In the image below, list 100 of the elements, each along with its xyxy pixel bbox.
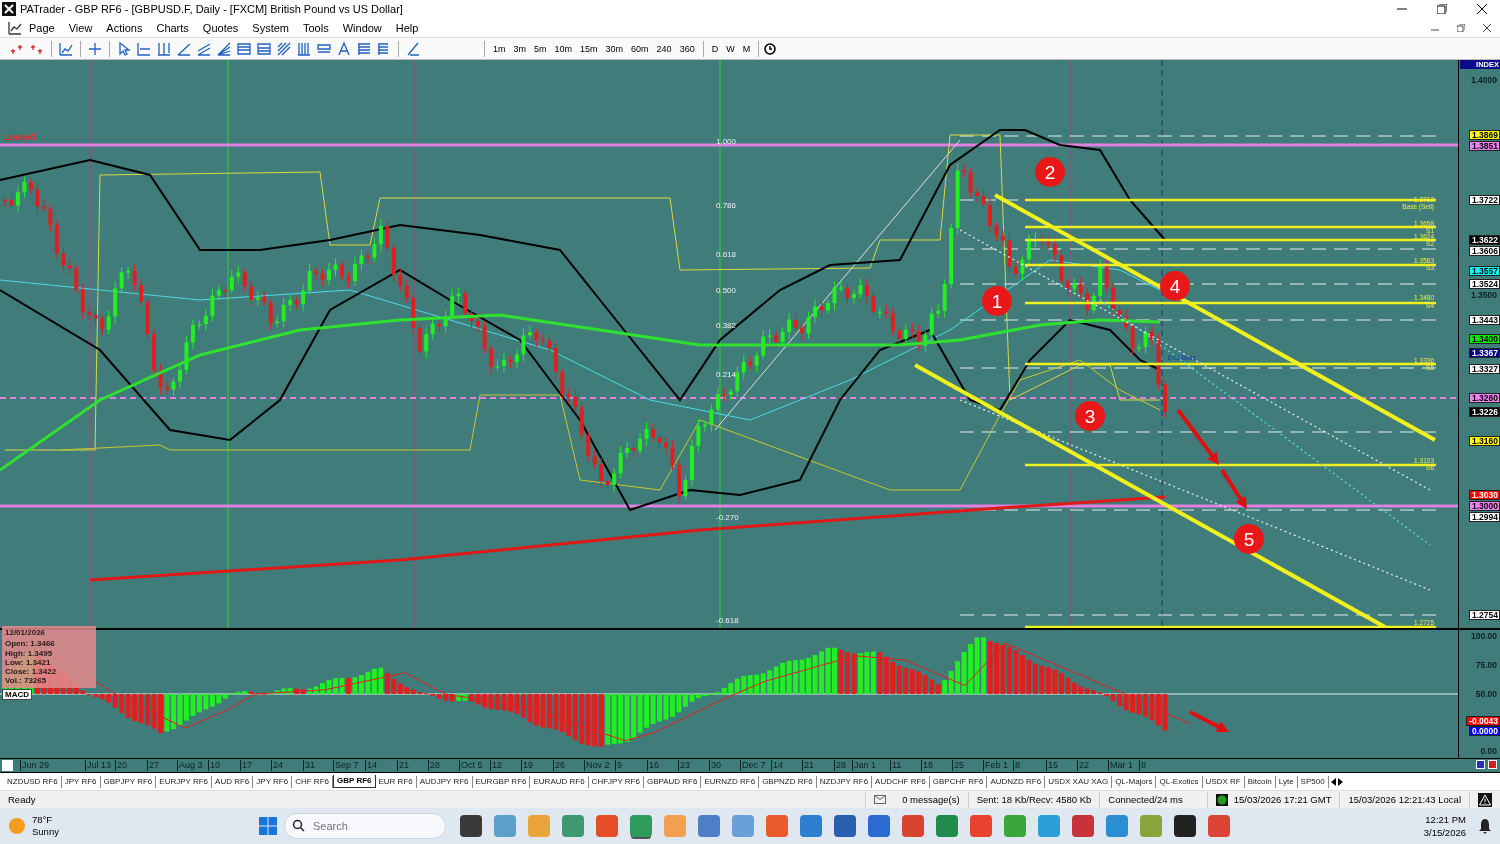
timeframe-button[interactable]: 30m (602, 43, 627, 54)
date-label: 21 (397, 760, 409, 771)
symbol-tab[interactable]: QL-Majors (1112, 775, 1157, 788)
date-label: 14 (365, 760, 377, 771)
symbol-tab[interactable]: EURNZD RF6 (701, 775, 760, 788)
maximize-icon[interactable] (1437, 4, 1447, 14)
symbol-tab[interactable]: EURAUD RF6 (530, 775, 589, 788)
symbol-tab[interactable]: GBPJPY RF6 (100, 775, 157, 788)
symbol-tab[interactable]: GBPCHF RF6 (929, 775, 988, 788)
timeframe-button[interactable]: 240 (653, 43, 675, 54)
symbol-tab[interactable]: AUDNZD RF6 (987, 775, 1046, 788)
timeframe-button[interactable]: D (708, 43, 722, 54)
price-tag: 1.3367 (1469, 348, 1500, 358)
search-field[interactable]: Search (284, 813, 446, 839)
menu-item[interactable]: Actions (99, 21, 150, 34)
vertical-lines-icon[interactable] (295, 40, 313, 57)
symbol-tab[interactable]: AUD RF6 (212, 775, 254, 788)
timeframe-button[interactable]: 360 (676, 43, 698, 54)
symbol-tab[interactable]: NZDJPY RF6 (816, 775, 873, 788)
symbol-tab[interactable]: GBP RF6 (332, 775, 376, 788)
menu-item[interactable]: Tools (296, 21, 336, 34)
menu-item[interactable]: Charts (149, 21, 196, 34)
app-icon[interactable] (460, 815, 482, 837)
numbered-marker: 1 (982, 286, 1012, 316)
date-label: 19 (521, 760, 533, 771)
price-tag: 0.0000 (1469, 726, 1500, 736)
messages-count: 0 message(s) (902, 794, 960, 805)
fib-level-label: -0.270 (716, 513, 739, 522)
symbol-tab[interactable]: JPY RF6 (61, 775, 101, 788)
menu-item[interactable]: View (61, 21, 100, 34)
symbol-tab[interactable]: CHF RF6 (292, 775, 333, 788)
date-label: 16 (647, 760, 659, 771)
horizontal-line-icon[interactable] (135, 40, 153, 57)
indicator-label: MACD (2, 689, 32, 700)
close-icon[interactable] (1477, 4, 1487, 14)
grid-diagonal-icon[interactable] (275, 40, 293, 57)
symbol-tab[interactable]: QL-Exotics (1156, 775, 1203, 788)
symbol-tab[interactable]: AUDCHF RF6 (872, 775, 930, 788)
menu-item[interactable]: Page (22, 21, 62, 34)
crosshair-icon[interactable] (86, 40, 104, 57)
axis-label: 1.3500 (1470, 290, 1498, 300)
symbol-tab[interactable]: Lyte (1275, 775, 1298, 788)
timeframe-button[interactable]: W (723, 43, 738, 54)
symbol-tab[interactable]: EURGBP RF6 (472, 775, 531, 788)
axis-label: 75.00 (1474, 660, 1498, 670)
timeframe-button[interactable]: 15m (577, 43, 601, 54)
symbol-tab[interactable]: NZDUSD RF6 (4, 775, 62, 788)
symbol-tab[interactable]: AUDJPY RF6 (416, 775, 473, 788)
timeframe-button[interactable]: 60m (628, 43, 652, 54)
symbol-tab[interactable]: USDX RF (1202, 775, 1245, 788)
vertical-lines-icon[interactable] (155, 40, 173, 57)
date-label: 18 (921, 760, 933, 771)
menu-item[interactable]: Quotes (195, 21, 246, 34)
price-tag: 1.2994 (1469, 512, 1500, 522)
app-icon[interactable] (1174, 815, 1196, 837)
bell-icon[interactable] (1478, 818, 1492, 834)
date-label: 10 (208, 760, 220, 771)
restore-icon[interactable] (1457, 23, 1465, 32)
levels-icon[interactable] (355, 40, 373, 57)
symbol-tab[interactable]: GBPNZD RF6 (759, 775, 817, 788)
symbol-tab[interactable]: EURJPY RF6 (156, 775, 213, 788)
levels-icon[interactable] (255, 40, 273, 57)
date-label: 27 (147, 760, 159, 771)
price-tag: 1.3524 (1469, 279, 1500, 289)
close-icon[interactable] (1483, 23, 1491, 32)
symbol-tab[interactable]: GBPAUD RF6 (643, 775, 702, 788)
price-tag: 1.3000 (1469, 501, 1500, 511)
symbol-tab[interactable]: USDX XAU XAG (1045, 775, 1113, 788)
date-label: Sep 7 (333, 760, 359, 771)
menu-item[interactable]: Window (335, 21, 389, 34)
chart-icon[interactable] (8, 20, 22, 35)
symbol-tab[interactable]: SP500 (1297, 775, 1329, 788)
levels-icon[interactable] (235, 40, 253, 57)
date-label: 12 (490, 760, 502, 771)
timeframe-button[interactable]: 3m (510, 43, 530, 54)
numbered-marker: 2 (1035, 157, 1065, 187)
timeframe-button[interactable]: 10m (551, 43, 576, 54)
mail-icon (874, 795, 887, 804)
symbol-tab[interactable]: CHFJPY RF6 (588, 775, 644, 788)
arrow-drawing (1220, 468, 1247, 509)
date-label: 15 (1046, 760, 1058, 771)
app-icon[interactable] (834, 815, 856, 837)
symbol-tab[interactable]: EUR RF6 (375, 775, 417, 788)
date-label: 26 (553, 760, 565, 771)
ohlc-info-box: 12/01/2026 Open: 1.3466 High: 1.3495 Low: 1.3421 Close: 1.3422 Vol.: 73265 (2, 626, 96, 688)
timeframe-button[interactable]: M (739, 43, 754, 54)
menu-item[interactable]: Help (388, 21, 426, 34)
start-icon[interactable] (258, 816, 278, 836)
price-tag: 1.3869 (1469, 130, 1500, 140)
numbered-marker: 3 (1075, 401, 1105, 431)
timeframe-button[interactable]: 5m (531, 43, 550, 54)
clock-icon[interactable] (764, 42, 777, 55)
menu-item[interactable]: System (245, 21, 296, 34)
symbol-tab[interactable]: Bitcoin (1244, 775, 1276, 788)
date-label: 8 (1139, 760, 1146, 771)
scroll-right-icon[interactable] (1336, 776, 1345, 787)
timeframe-button[interactable]: 1m (490, 43, 509, 54)
price-tag: 1.3400 (1469, 334, 1500, 344)
fan-icon[interactable] (215, 40, 233, 57)
symbol-tab[interactable]: JPY RF6 (253, 775, 293, 788)
